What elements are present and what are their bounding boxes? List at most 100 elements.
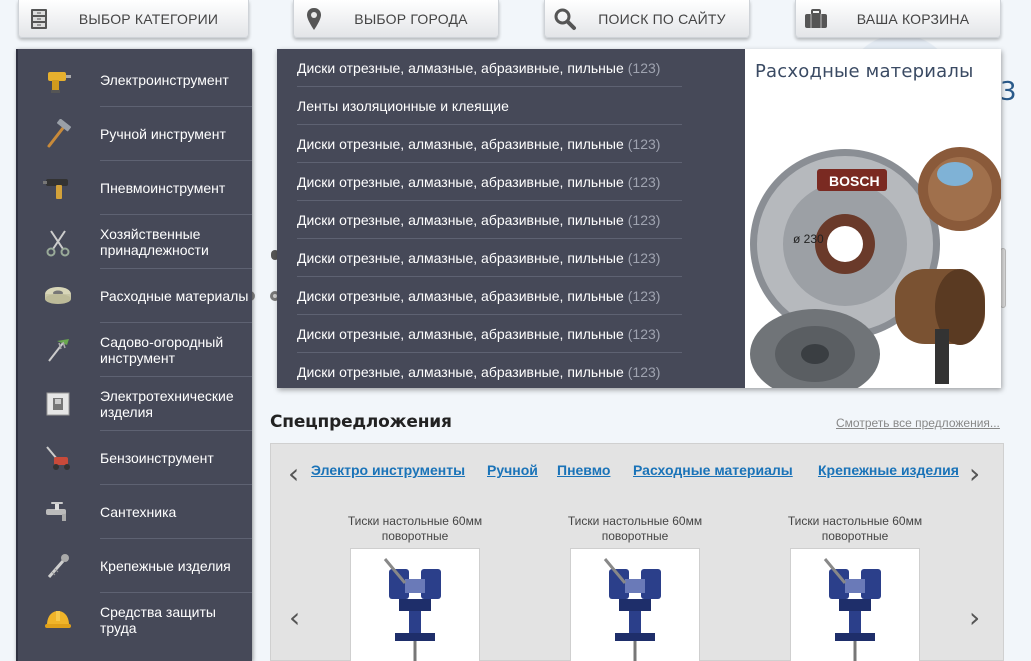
product-image[interactable] (570, 548, 700, 661)
vise-icon (603, 558, 661, 661)
tab-fasteners[interactable]: Крепежные изделия (818, 462, 959, 478)
tab-pneumatic[interactable]: Пневмо (557, 462, 610, 478)
subcategory-count: (123) (627, 325, 661, 342)
category-item-household[interactable]: Хозяйственные принадлежности (16, 215, 252, 269)
category-item-consumables[interactable]: Расходные материалы (16, 269, 252, 323)
subcategory-count: (123) (627, 364, 661, 380)
products-prev-arrow-icon[interactable]: ‹ (289, 604, 300, 632)
site-search-label: Поиск по сайту (598, 10, 726, 27)
vise-icon (823, 558, 881, 661)
tab-power-tools[interactable]: Электро инструменты (311, 462, 465, 478)
subcategory-item[interactable]: Диски отрезные, алмазные, абразивные, пи… (297, 277, 682, 315)
category-label: Средства защиты труда (100, 604, 216, 636)
subcategory-label: Диски отрезные, алмазные, абразивные, пи… (297, 135, 624, 152)
subcategory-item[interactable]: Диски отрезные, алмазные, абразивные, пи… (297, 315, 682, 353)
lawnmower-icon (16, 443, 100, 473)
category-label: Электроинструмент (100, 72, 229, 88)
tab-consumables[interactable]: Расходные материалы (633, 462, 793, 478)
faucet-icon (16, 497, 100, 527)
category-label: Ручной инструмент (100, 126, 226, 142)
subcategory-label: Ленты изоляционные и клеящие (297, 97, 509, 114)
rake-icon (16, 335, 100, 365)
subcategory-item[interactable]: Диски отрезные, алмазные, абразивные, пи… (297, 239, 682, 277)
products-next-arrow-icon[interactable]: › (969, 604, 980, 632)
city-select-button[interactable]: Выбор города (293, 0, 499, 38)
category-item-hand-tools[interactable]: Ручной инструмент (16, 107, 252, 161)
subcategory-label: Диски отрезные, алмазные, абразивные, пи… (297, 364, 624, 380)
tab-hand-tools[interactable]: Ручной (487, 462, 538, 478)
see-all-offers-link[interactable]: Смотреть все предложения... (836, 416, 1000, 430)
map-pin-icon (294, 7, 334, 31)
category-select-button[interactable]: Выбор категории (18, 0, 249, 38)
category-item-safety[interactable]: Средства защиты труда (16, 593, 252, 647)
category-dropdown: Диски отрезные, алмазные, абразивные, пи… (277, 49, 1001, 388)
product-name[interactable]: Тиски настольные 60мм поворотные (325, 514, 505, 546)
promo-brand-text: BOSCH (829, 173, 880, 189)
category-item-garden-tools[interactable]: Садово-огородный инструмент (16, 323, 252, 377)
tabs-prev-arrow-icon[interactable]: ‹ (288, 460, 299, 488)
category-item-power-tools[interactable]: Электроинструмент (16, 53, 252, 107)
subcategory-count: (123) (627, 211, 661, 228)
category-label: Пневмоинструмент (100, 180, 226, 196)
category-item-plumbing[interactable]: Сантехника (16, 485, 252, 539)
category-label: Садово-огородный инструмент (100, 334, 224, 366)
subcategory-label: Диски отрезные, алмазные, абразивные, пи… (297, 59, 624, 76)
hammer-icon (16, 119, 100, 149)
product-card[interactable]: Тиски настольные 60мм поворотные (545, 514, 725, 661)
category-item-pneumatic-tools[interactable]: Пневмоинструмент (16, 161, 252, 215)
category-label: Бензоинструмент (100, 450, 214, 466)
subcategory-count: (123) (627, 135, 661, 152)
product-card[interactable]: Тиски настольные 60мм поворотные (765, 514, 945, 661)
category-item-gasoline-tools[interactable]: Бензоинструмент (16, 431, 252, 485)
subcategory-item[interactable]: Диски отрезные, алмазные, абразивные, пи… (297, 163, 682, 201)
subcategory-count: (123) (627, 287, 661, 304)
subcategory-count: (123) (627, 59, 661, 76)
subcategory-label: Диски отрезные, алмазные, абразивные, пи… (297, 287, 624, 304)
category-sidebar: Электроинструмент Ручной инструмент Пнев… (16, 49, 252, 661)
tabs-next-arrow-icon[interactable]: › (969, 460, 980, 488)
background-logo-fragment: 3 (1000, 70, 1031, 120)
subcategory-count: (123) (627, 249, 661, 266)
vise-icon (383, 558, 441, 661)
promo-disc-size-text: ø 230 (793, 232, 824, 246)
subcategory-item[interactable]: Диски отрезные, алмазные, абразивные, пи… (297, 49, 682, 87)
cart-button[interactable]: Ваша корзина (795, 0, 1001, 38)
scissors-icon (16, 227, 100, 257)
subcategory-count: (123) (627, 173, 661, 190)
drawer-icon (19, 8, 59, 30)
category-select-label: Выбор категории (78, 10, 219, 27)
drill-icon (16, 66, 100, 94)
offer-tabs: ‹ Электро инструменты Ручной Пневмо Расх… (271, 458, 1005, 488)
special-offers-panel: ‹ Электро инструменты Ручной Пневмо Расх… (270, 443, 1004, 661)
search-icon (545, 7, 585, 31)
subcategory-item[interactable]: Диски отрезные, алмазные, абразивные, пи… (297, 201, 682, 239)
site-search-button[interactable]: Поиск по сайту (544, 0, 750, 38)
category-label: Хозяйственные принадлежности (100, 226, 209, 258)
promo-products-image: BOSCH ø 230 (750, 147, 1001, 388)
pneumatic-gun-icon (16, 173, 100, 203)
category-label: Расходные материалы (100, 288, 249, 304)
product-card[interactable]: Тиски настольные 60мм поворотные (325, 514, 505, 661)
subcategory-item[interactable]: Диски отрезные, алмазные, абразивные, пи… (297, 125, 682, 163)
product-image[interactable] (790, 548, 920, 661)
special-offers-title: Спецпредложения (270, 412, 452, 432)
product-name[interactable]: Тиски настольные 60мм поворотные (545, 514, 725, 546)
briefcase-icon (796, 8, 836, 29)
product-name[interactable]: Тиски настольные 60мм поворотные (765, 514, 945, 546)
subcategory-label: Диски отрезные, алмазные, абразивные, пи… (297, 173, 624, 190)
subcategory-item[interactable]: Ленты изоляционные и клеящие (297, 87, 682, 125)
helmet-icon (16, 605, 100, 635)
product-image[interactable] (350, 548, 480, 661)
category-item-electrical[interactable]: Электротехнические изделия (16, 377, 252, 431)
tape-icon (16, 281, 100, 311)
svg-text:3: 3 (1000, 77, 1017, 107)
subcategory-item[interactable]: Диски отрезные, алмазные, абразивные, пи… (297, 353, 682, 391)
switch-icon (16, 390, 100, 418)
top-navigation: Выбор категории Выбор города Поиск по са… (0, 0, 1031, 44)
category-item-fasteners[interactable]: Крепежные изделия (16, 539, 252, 593)
category-promo-banner[interactable]: Расходные материалы BOSCH ø 230 (745, 49, 1001, 388)
cart-label: Ваша корзина (856, 10, 970, 27)
subcategory-label: Диски отрезные, алмазные, абразивные, пи… (297, 249, 624, 266)
subcategory-label: Диски отрезные, алмазные, абразивные, пи… (297, 325, 624, 342)
subcategory-list: Диски отрезные, алмазные, абразивные, пи… (277, 49, 745, 388)
